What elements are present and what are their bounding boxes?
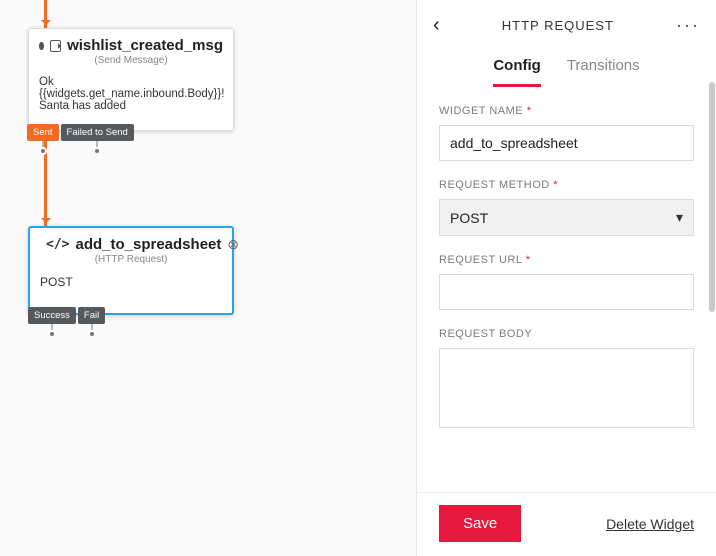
- widget-subtitle: (Send Message): [39, 55, 223, 66]
- request-method-select[interactable]: POST ▾: [439, 199, 694, 236]
- request-body-textarea[interactable]: [439, 348, 694, 428]
- widget-title: wishlist_created_msg: [67, 37, 223, 54]
- outcome-sent[interactable]: Sent: [27, 124, 59, 141]
- widget-subtitle: (HTTP Request): [40, 254, 222, 265]
- label-request-url: REQUEST URL *: [439, 254, 694, 266]
- outcome-success[interactable]: Success: [28, 307, 76, 324]
- widget-add-to-spreadsheet[interactable]: </> add_to_spreadsheet ⊗ (HTTP Request) …: [28, 226, 234, 315]
- flow-canvas[interactable]: wishlist_created_msg (Send Message) Ok {…: [0, 0, 416, 556]
- scrollbar[interactable]: [709, 82, 715, 312]
- chevron-down-icon: ▾: [676, 209, 683, 226]
- tab-config[interactable]: Config: [493, 57, 540, 87]
- widget-body: Ok {{widgets.get_name.inbound.Body}}! Sa…: [29, 70, 233, 130]
- back-button[interactable]: ‹: [433, 14, 440, 37]
- panel-title: HTTP REQUEST: [502, 18, 614, 33]
- tab-bar: Config Transitions: [417, 45, 716, 87]
- outcome-fail[interactable]: Fail: [78, 307, 105, 324]
- http-icon: </>: [46, 237, 69, 252]
- label-widget-name: WIDGET NAME *: [439, 105, 694, 117]
- label-request-body: REQUEST BODY: [439, 328, 694, 340]
- close-icon[interactable]: ⊗: [227, 236, 239, 253]
- message-icon: [50, 40, 61, 52]
- more-icon[interactable]: ···: [676, 15, 700, 36]
- delete-widget-link[interactable]: Delete Widget: [606, 516, 694, 532]
- widget-wishlist-created-msg[interactable]: wishlist_created_msg (Send Message) Ok {…: [28, 28, 234, 131]
- anchor-dot-icon: [39, 42, 44, 50]
- widget-name-input[interactable]: [439, 125, 694, 161]
- inspector-panel: ‹ HTTP REQUEST ··· Config Transitions WI…: [416, 0, 716, 556]
- outcome-failed-to-send[interactable]: Failed to Send: [61, 124, 134, 141]
- save-button[interactable]: Save: [439, 505, 521, 542]
- label-request-method: REQUEST METHOD *: [439, 179, 694, 191]
- widget-title: add_to_spreadsheet: [75, 236, 221, 253]
- connector-line: [44, 0, 47, 28]
- request-url-input[interactable]: [439, 274, 694, 310]
- tab-transitions[interactable]: Transitions: [567, 57, 640, 87]
- connector-line: [44, 127, 47, 226]
